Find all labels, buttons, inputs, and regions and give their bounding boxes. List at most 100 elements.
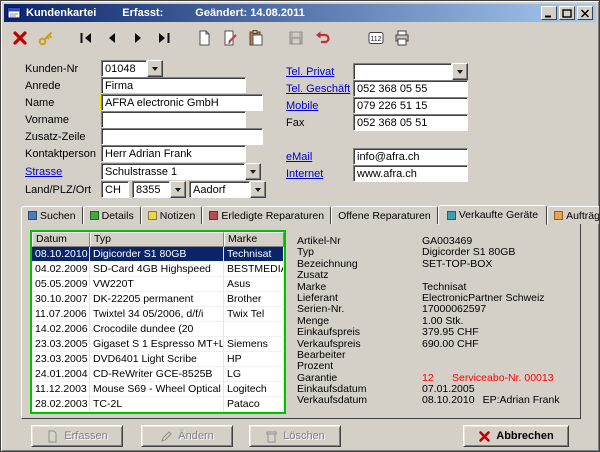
tel-geschaeft-link-label[interactable]: Tel. Geschäft (286, 83, 350, 95)
anrede-input[interactable] (101, 77, 246, 94)
aendern-button[interactable]: Ändern (141, 425, 233, 447)
column-header-marke[interactable]: Marke (224, 232, 284, 247)
paste-button[interactable] (244, 26, 268, 49)
detail-row: LieferantElectronicPartner Schweiz (297, 293, 581, 304)
detail-label: Zusatz (297, 270, 422, 281)
sales-table[interactable]: DatumTypMarke08.10.2010Digicorder S1 80G… (30, 230, 286, 414)
vorname-input[interactable] (101, 111, 246, 128)
abbrechen-button[interactable]: Abbrechen (463, 425, 569, 447)
table-row[interactable]: 11.12.2003Mouse S69 - Wheel OpticalLogit… (32, 382, 284, 397)
table-row[interactable]: 30.10.2007DK-22205 permanentBrother (32, 292, 284, 307)
name-input[interactable] (101, 94, 263, 111)
land-input[interactable] (101, 181, 129, 198)
strasse-link-label[interactable]: Strasse (25, 166, 62, 178)
kunden-nr-dropdown-button[interactable] (147, 60, 163, 77)
print-button[interactable] (390, 26, 414, 49)
kunden-nr-input[interactable] (101, 60, 147, 77)
table-cell: 08.10.2010 (32, 247, 90, 262)
zusatz-zeile-input[interactable] (101, 128, 263, 145)
detail-value: 07.01.2005 (422, 384, 475, 395)
table-row[interactable]: 04.02.2009SD-Card 4GB HighspeedBESTMEDIA… (32, 262, 284, 277)
table-row[interactable]: 14.02.2006Crocodile dundee (20 (32, 322, 284, 337)
tel-privat-dropdown-button[interactable] (452, 63, 468, 80)
detail-value (422, 270, 444, 281)
table-row[interactable]: 28.02.2003TC-2LPataco (32, 397, 284, 412)
tab-suchen[interactable]: Suchen (21, 206, 83, 224)
detail-label: Menge (297, 316, 422, 327)
tab-details[interactable]: Details (83, 206, 141, 224)
table-cell: 23.03.2005 (32, 352, 90, 367)
table-cell: Twixtel 34 05/2006, d/f/i (90, 307, 224, 322)
table-cell: Gigaset S 1 Espresso MT+L (90, 337, 224, 352)
table-cell: 04.02.2009 (32, 262, 90, 277)
strasse-input[interactable] (101, 163, 245, 180)
column-header-datum[interactable]: Datum (32, 232, 90, 247)
print-icon (393, 29, 411, 47)
plz-input[interactable] (132, 181, 170, 198)
maximize-icon (562, 9, 572, 18)
tab-auftraege-zeigen[interactable]: Aufträge zeigen (547, 206, 600, 224)
internet-input[interactable] (353, 165, 468, 182)
close-button[interactable] (577, 6, 593, 20)
column-header-typ[interactable]: Typ (90, 232, 224, 247)
detail-extra: EP:Adrian Frank (483, 395, 560, 406)
fax-input[interactable] (353, 114, 468, 131)
email-input[interactable] (353, 148, 468, 165)
chevron-down-icon (255, 188, 261, 192)
new-document-button[interactable] (192, 26, 216, 49)
tel-privat-input[interactable] (353, 63, 452, 80)
maximize-button[interactable] (559, 6, 575, 20)
last-record-button[interactable] (152, 26, 176, 49)
erfassen-button[interactable]: Erfassen (31, 425, 123, 447)
tab-erledigte-reparaturen[interactable]: Erledigte Reparaturen (202, 206, 331, 224)
ort-input[interactable] (189, 181, 250, 198)
previous-record-button[interactable] (100, 26, 124, 49)
table-row[interactable]: 23.03.2005Gigaset S 1 Espresso MT+LSieme… (32, 337, 284, 352)
next-record-button[interactable] (126, 26, 150, 49)
detail-value: Technisat (422, 282, 466, 293)
emergency-112-button[interactable]: 112 (364, 26, 388, 49)
plz-dropdown-button[interactable] (170, 181, 186, 198)
minimize-button[interactable] (541, 6, 557, 20)
tel-privat-link-label[interactable]: Tel. Privat (286, 66, 334, 78)
email-link-label[interactable]: eMail (286, 151, 312, 163)
undo-button[interactable] (310, 26, 334, 49)
detail-value (422, 361, 444, 372)
mobile-link-label[interactable]: Mobile (286, 100, 318, 112)
article-details: Artikel-NrGA003469TypDigicorder S1 80GBB… (297, 236, 581, 407)
detail-label: Einkaufspreis (297, 327, 422, 338)
table-cell: SD-Card 4GB Highspeed (90, 262, 224, 277)
internet-link-label[interactable]: Internet (286, 168, 323, 180)
save-button[interactable] (284, 26, 308, 49)
ort-dropdown-button[interactable] (250, 181, 266, 198)
chevron-down-icon (175, 188, 181, 192)
ort-combo (189, 181, 266, 198)
detail-row: Garantie12Serviceabo-Nr. 00013 (297, 373, 581, 384)
delete-record-button[interactable] (8, 26, 32, 49)
table-row[interactable]: 08.10.2010Digicorder S1 80GBTechnisat (32, 247, 284, 262)
kontaktperson-input[interactable] (101, 145, 246, 162)
detail-row: Verkaufspreis690.00 CHF (297, 339, 581, 350)
mobile-input[interactable] (353, 97, 468, 114)
table-row[interactable]: 05.05.2009VW220TAsus (32, 277, 284, 292)
verkaufte-geraete-tab-icon (447, 211, 456, 220)
table-row[interactable]: 11.07.2006Twixtel 34 05/2006, d/f/iTwix … (32, 307, 284, 322)
tab-offene-reparaturen[interactable]: Offene Reparaturen (331, 206, 438, 224)
tab-label: Verkaufte Geräte (459, 209, 538, 221)
tab-verkaufte-geraete[interactable]: Verkaufte Geräte (438, 205, 547, 225)
detail-row: Bearbeiter (297, 350, 581, 361)
table-row[interactable]: 23.03.2005DVD6401 Light ScribeHP (32, 352, 284, 367)
first-record-button[interactable] (74, 26, 98, 49)
app-icon (7, 6, 21, 20)
tab-label: Suchen (40, 210, 76, 222)
table-row[interactable]: 24.01.2004CD-ReWriter GCE-8525BLG (32, 367, 284, 382)
edit-document-button[interactable] (218, 26, 242, 49)
edit-key-button[interactable] (34, 26, 58, 49)
tel-geschaeft-input[interactable] (353, 80, 468, 97)
detail-label: Garantie (297, 373, 422, 384)
loeschen-button[interactable]: Löschen (249, 425, 341, 447)
tab-notizen[interactable]: Notizen (141, 206, 203, 224)
strasse-dropdown-button[interactable] (245, 163, 261, 180)
first-record-icon (78, 30, 94, 46)
detail-row: MarkeTechnisat (297, 282, 581, 293)
